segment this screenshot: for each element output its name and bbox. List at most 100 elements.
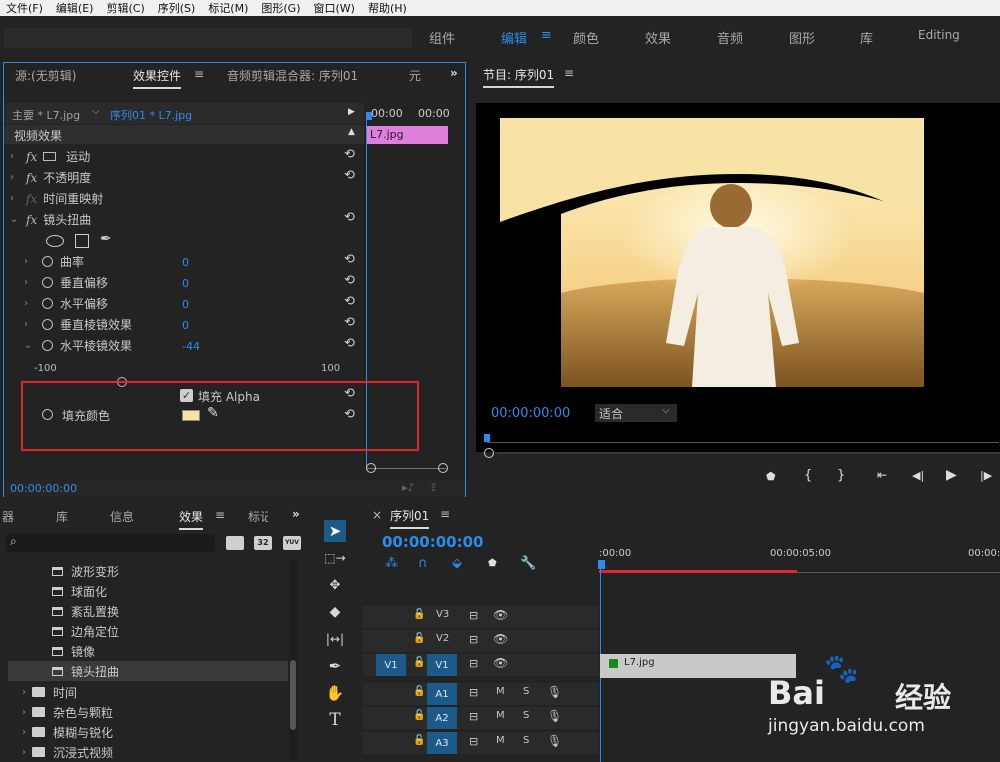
sync-lock-icon[interactable]: ⊟: [469, 657, 478, 670]
param-row-horizontal-prism[interactable]: ⌄ 水平棱镜效果: [24, 335, 132, 356]
workspace-tab-libraries[interactable]: 库: [860, 28, 873, 47]
sync-lock-icon[interactable]: ⊟: [469, 686, 478, 699]
tab-info[interactable]: 信息: [110, 508, 134, 525]
list-item[interactable]: 边角定位: [8, 621, 288, 641]
list-item-selected[interactable]: 镜头扭曲: [8, 661, 288, 681]
solo-button[interactable]: S: [523, 686, 529, 697]
linked-selection-icon[interactable]: ∩: [418, 556, 428, 571]
param-value[interactable]: 0: [182, 298, 189, 311]
scrollbar-thumb[interactable]: [290, 660, 296, 730]
fit-dropdown[interactable]: 适合 ⌵: [595, 404, 677, 422]
eye-icon[interactable]: 👁: [493, 632, 508, 646]
track-header-a2[interactable]: 🔓 A2 ⊟ M S 🎙: [363, 707, 599, 729]
workspace-tab-assembly[interactable]: 组件: [429, 28, 455, 47]
reset-icon[interactable]: ⟲: [344, 336, 355, 351]
menu-edit[interactable]: 编辑(E): [50, 0, 101, 16]
mute-button[interactable]: M: [496, 686, 505, 697]
list-item[interactable]: 紊乱置换: [8, 601, 288, 621]
lock-icon[interactable]: 🔓: [413, 686, 425, 697]
reset-icon[interactable]: ⟲: [344, 168, 355, 183]
workspace-menu-icon[interactable]: ≡: [541, 28, 552, 43]
reset-icon[interactable]: ⟲: [344, 252, 355, 267]
rectangle-mask-icon[interactable]: [75, 234, 89, 248]
play-audio-icon[interactable]: ▸♪: [402, 481, 415, 494]
workspace-tab-graphics[interactable]: 图形: [789, 28, 815, 47]
expand-icon[interactable]: ›: [22, 747, 32, 758]
zoom-handle-left[interactable]: [366, 463, 376, 473]
expand-icon[interactable]: ›: [24, 298, 34, 309]
workspace-tab-effects[interactable]: 效果: [645, 28, 671, 47]
track-header-a3[interactable]: 🔓 A3 ⊟ M S 🎙: [363, 732, 599, 754]
param-value[interactable]: 0: [182, 319, 189, 332]
expand-icon[interactable]: ›: [24, 277, 34, 288]
program-title[interactable]: 节目: 序列01: [483, 66, 555, 88]
tab-libraries[interactable]: 库: [56, 508, 68, 525]
tab-source[interactable]: 源:(无剪辑): [15, 67, 76, 84]
list-item[interactable]: 镜像: [8, 641, 288, 661]
pen-mask-icon[interactable]: ✒: [100, 231, 112, 247]
transform-icon[interactable]: [43, 152, 57, 161]
zoom-scrollbar[interactable]: [366, 468, 446, 469]
effect-row-motion[interactable]: › fx 运动: [10, 146, 90, 167]
stopwatch-icon[interactable]: [42, 298, 53, 309]
lock-icon[interactable]: 🔓: [413, 710, 425, 721]
expand-icon[interactable]: ›: [10, 172, 20, 183]
expand-icon[interactable]: ›: [22, 687, 32, 698]
param-value[interactable]: 0: [182, 256, 189, 269]
param-row-vertical-prism[interactable]: › 垂直棱镜效果: [24, 314, 132, 335]
overflow-chevron-icon[interactable]: »: [292, 507, 300, 521]
menu-file[interactable]: 文件(F): [0, 0, 50, 16]
close-icon[interactable]: ×: [372, 508, 382, 522]
track-target-a2[interactable]: A2: [427, 707, 457, 729]
add-marker-timeline-icon[interactable]: ⬙: [452, 556, 462, 571]
stopwatch-icon[interactable]: [42, 319, 53, 330]
ripple-edit-tool-icon[interactable]: ✥: [324, 574, 346, 596]
param-row-vertical-decentering[interactable]: › 垂直偏移: [24, 272, 108, 293]
mark-in-icon[interactable]: {: [804, 468, 812, 483]
fx-icon[interactable]: fx: [26, 171, 37, 185]
step-forward-icon[interactable]: |▶: [980, 469, 992, 482]
tab-audio-clip-mixer[interactable]: 音频剪辑混合器: 序列01: [227, 67, 358, 84]
tab-metadata[interactable]: 元: [409, 67, 421, 84]
track-select-tool-icon[interactable]: ⬚→: [324, 547, 346, 569]
reset-icon[interactable]: ⟲: [344, 273, 355, 288]
effects-menu-icon[interactable]: ≡: [215, 508, 225, 522]
eyedropper-icon[interactable]: ✎: [207, 405, 219, 421]
expand-icon[interactable]: ›: [22, 707, 32, 718]
program-timecode[interactable]: 00:00:00:00: [491, 406, 570, 421]
mute-button[interactable]: M: [496, 735, 505, 746]
eye-icon[interactable]: 👁: [493, 608, 508, 622]
expand-icon[interactable]: ›: [10, 151, 20, 162]
effects-search-input[interactable]: ⌕: [6, 534, 215, 552]
collapse-icon[interactable]: ▲: [348, 127, 355, 137]
sync-lock-icon[interactable]: ⊟: [469, 710, 478, 723]
fx-icon[interactable]: fx: [26, 150, 37, 164]
menu-graphics[interactable]: 图形(G): [255, 0, 307, 16]
workspace-tab-editing[interactable]: 编辑: [501, 28, 527, 47]
export-icon[interactable]: ⇪: [429, 481, 438, 494]
effect-row-opacity[interactable]: › fx 不透明度: [10, 167, 91, 188]
sync-lock-icon[interactable]: ⊟: [469, 735, 478, 748]
program-zoom-bar[interactable]: [497, 452, 1000, 454]
source-patch-v1[interactable]: V1: [376, 654, 406, 676]
play-icon[interactable]: ▶: [946, 467, 957, 483]
yuv-effects-icon[interactable]: YUV: [283, 536, 301, 550]
reset-icon[interactable]: ⟲: [344, 147, 355, 162]
track-header-v1[interactable]: V1 🔓 V1 ⊟ 👁: [363, 654, 599, 676]
effect-row-lens-distortion[interactable]: ⌄ fx 镜头扭曲: [10, 209, 91, 230]
timeline-tab-sequence[interactable]: 序列01: [390, 507, 430, 529]
step-back-icon[interactable]: ◀|: [912, 469, 924, 482]
timeline-timecode[interactable]: 00:00:00:00: [382, 533, 484, 551]
lock-icon[interactable]: 🔓: [413, 735, 425, 746]
32bit-effects-icon[interactable]: 32: [254, 536, 272, 550]
accelerated-effects-icon[interactable]: [226, 536, 244, 550]
type-tool-icon[interactable]: T: [324, 709, 346, 731]
expand-icon[interactable]: ›: [10, 193, 20, 204]
track-header-a1[interactable]: 🔓 A1 ⊟ M S 🎙: [363, 683, 599, 705]
menu-marker[interactable]: 标记(M): [202, 0, 255, 16]
reset-icon[interactable]: ⟲: [344, 294, 355, 309]
snap-icon[interactable]: ⁂: [385, 556, 398, 571]
master-clip-label[interactable]: 主要 * L7.jpg: [12, 107, 80, 123]
ec-timecode[interactable]: 00:00:00:00: [10, 482, 77, 495]
program-zoom-handle[interactable]: [484, 448, 494, 458]
